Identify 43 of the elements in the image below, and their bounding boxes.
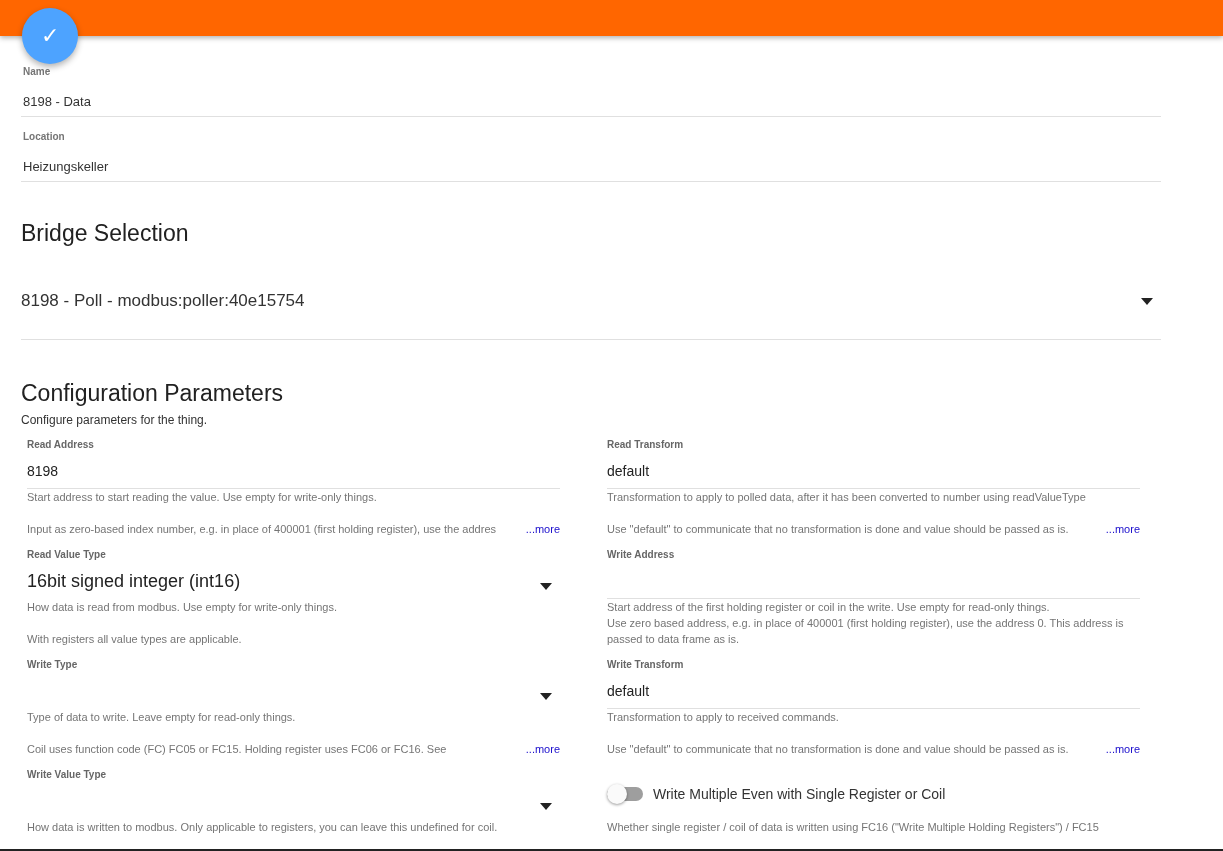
field-label: Read Transform <box>607 439 685 451</box>
more-link[interactable]: ...more <box>1105 741 1140 757</box>
more-link[interactable]: ...more <box>525 741 560 757</box>
section-subtitle: Configure parameters for the thing. <box>21 412 209 428</box>
help-text: How data is written to modbus. Only applicable to registers, you can leave this undefined for coil. <box>27 820 499 835</box>
dropdown-arrow-icon <box>540 693 552 700</box>
field-label: Read Address <box>27 439 95 451</box>
field-label: Write Type <box>27 659 79 671</box>
help-text: Use "default" to communicate that no transformation is done and value should be passed as is. <box>607 742 1069 757</box>
field-label: Write Address <box>607 549 676 561</box>
text-field[interactable]: 8198 <box>27 454 560 489</box>
field-label: Write Transform <box>607 659 685 671</box>
help-text: Use "default" to communicate that no transformation is done and value should be passed as is. <box>607 522 1069 537</box>
text-field[interactable]: Heizungskeller <box>21 152 1161 182</box>
field-label: Write Value Type <box>27 769 108 781</box>
help-text: Coil uses function code (FC) FC05 or FC15. Holding register uses FC06 or FC16. See <box>27 742 447 757</box>
bridge-select[interactable]: 8198 - Poll - modbus:poller:40e15754 <box>21 281 1161 321</box>
help-text: With registers all value types are applicable. <box>27 632 242 647</box>
select-field[interactable]: 16bit signed integer (int16) <box>27 564 560 599</box>
text-field[interactable]: default <box>607 674 1140 709</box>
more-link[interactable]: ...more <box>1105 521 1140 537</box>
help-text: Type of data to write. Leave empty for read-only things. <box>27 710 297 725</box>
help-text: Use zero based address, e.g. in place of 400001 (first holding register), use the address 0. This address is passed to data frame as is. <box>607 616 1125 647</box>
help-text: Start address to start reading the value. Use empty for write-only things. <box>27 490 378 505</box>
field-label: Name <box>22 66 52 78</box>
section-heading: Configuration Parameters <box>21 379 285 408</box>
toggle-label: Write Multiple Even with Single Register or Coil <box>653 784 946 804</box>
section-heading: Bridge Selection <box>21 219 190 248</box>
help-text: Start address of the first holding register or coil in the write. Use empty for read-only things. <box>607 600 1051 615</box>
help-text: Whether single register / coil of data is written using FC16 ("Write Multiple Holding Registers") / FC15 <box>607 820 1100 835</box>
help-text: Transformation to apply to received commands. <box>607 710 840 725</box>
dropdown-arrow-icon <box>1141 297 1153 305</box>
dropdown-arrow-icon <box>540 583 552 590</box>
toggle-switch[interactable] <box>607 787 643 801</box>
help-text: How data is read from modbus. Use empty for write-only things. <box>27 600 338 615</box>
text-field[interactable]: default <box>607 454 1140 489</box>
help-text: Input as zero-based index number, e.g. in place of 400001 (first holding register), use the addres <box>27 522 496 537</box>
more-link[interactable]: ...more <box>525 521 560 537</box>
field-label: Read Value Type <box>27 549 107 561</box>
dropdown-arrow-icon <box>540 803 552 810</box>
field-label: Location <box>22 131 66 143</box>
text-field[interactable]: 8198 - Data <box>21 87 1161 117</box>
help-text: Transformation to apply to polled data, after it has been converted to number using readValueType <box>607 490 1087 505</box>
